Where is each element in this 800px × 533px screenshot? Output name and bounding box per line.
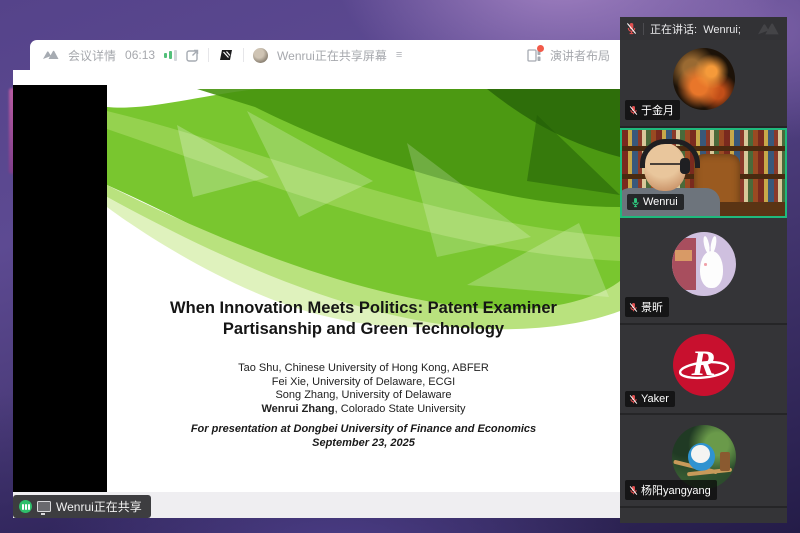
participant-tile[interactable]: 于金月 [620, 40, 787, 128]
participant-name-tag: 于金月 [625, 100, 680, 120]
speaking-label: 正在讲话: Wenrui; [650, 21, 741, 37]
app-logo-icon [42, 49, 59, 61]
slide-footnote: For presentation at Dongbei University o… [107, 422, 620, 450]
participant-name-tag: 杨阳yangyang [625, 480, 717, 500]
notification-dot [537, 45, 544, 52]
sharing-status: Wenrui正在共享屏幕 [277, 47, 387, 64]
shared-screen-area: When Innovation Meets Politics: Patent E… [13, 70, 620, 492]
meeting-details-button[interactable]: 会议详情 [68, 47, 116, 64]
presenter-avatar [253, 48, 268, 63]
app-logo-watermark-icon [755, 21, 781, 37]
participant-tile[interactable]: 杨阳yangyang [620, 415, 787, 508]
slide-authors: Tao Shu, Chinese University of Hong Kong… [107, 362, 620, 416]
participant-name-tag: Wenrui [627, 194, 684, 210]
annotation-icon[interactable] [218, 48, 234, 62]
participant-avatar: R [673, 334, 735, 396]
participant-tile-partial [620, 508, 787, 523]
voice-indicator-icon [19, 500, 32, 513]
toolbar-divider [208, 48, 209, 62]
video-sidebar: 正在讲话: Wenrui; 于金月 [620, 17, 787, 523]
meeting-toolbar: 会议详情 06:13 Wenrui正在共享屏幕 ≡ 演讲者布局 [30, 40, 620, 70]
letterbox-bar [13, 85, 107, 492]
headphone-earcup [680, 158, 690, 174]
signal-strength-icon [164, 49, 177, 61]
author-line: Fei Xie, University of Delaware, ECGI [107, 376, 620, 390]
participant-name-tag: Yaker [625, 391, 675, 407]
participant-name-tag: 景昕 [625, 297, 669, 317]
open-window-icon[interactable] [186, 49, 199, 62]
screen-share-icon [37, 501, 51, 512]
mic-muted-icon [629, 302, 638, 313]
share-badge-label: Wenrui正在共享 [56, 498, 142, 515]
participant-avatar [673, 48, 735, 110]
mic-on-icon [631, 197, 640, 208]
participant-tile-active[interactable]: Wenrui [620, 128, 787, 218]
share-badge: Wenrui正在共享 [13, 495, 151, 518]
mic-muted-icon [629, 394, 638, 405]
toolbar-right-group: 演讲者布局 [527, 47, 610, 64]
presentation-slide: When Innovation Meets Politics: Patent E… [107, 85, 620, 492]
author-line: Wenrui Zhang, Colorado State University [107, 403, 620, 417]
participant-tile[interactable]: R Yaker [620, 325, 787, 415]
sidebar-header: 正在讲话: Wenrui; [620, 17, 787, 40]
participant-avatar [672, 232, 736, 296]
toolbar-divider [243, 48, 244, 62]
layout-icon[interactable] [527, 49, 541, 62]
author-line: Tao Shu, Chinese University of Hong Kong… [107, 362, 620, 376]
meeting-timer: 06:13 [125, 48, 155, 62]
mic-muted-icon [629, 485, 638, 496]
author-line: Song Zhang, University of Delaware [107, 389, 620, 403]
desktop: 会议详情 06:13 Wenrui正在共享屏幕 ≡ 演讲者布局 [0, 0, 800, 533]
desk [712, 202, 785, 216]
sidebar-header-divider [643, 23, 644, 35]
headphones [640, 139, 700, 168]
layout-switch-button[interactable]: 演讲者布局 [550, 47, 610, 64]
sharing-menu-icon[interactable]: ≡ [396, 49, 402, 61]
toolbar-left-group: 会议详情 06:13 Wenrui正在共享屏幕 ≡ [42, 47, 402, 64]
slide-title: When Innovation Meets Politics: Patent E… [107, 298, 620, 340]
mic-muted-icon [629, 105, 638, 116]
participant-tile[interactable]: 景昕 [620, 218, 787, 325]
mic-muted-icon [626, 22, 637, 35]
